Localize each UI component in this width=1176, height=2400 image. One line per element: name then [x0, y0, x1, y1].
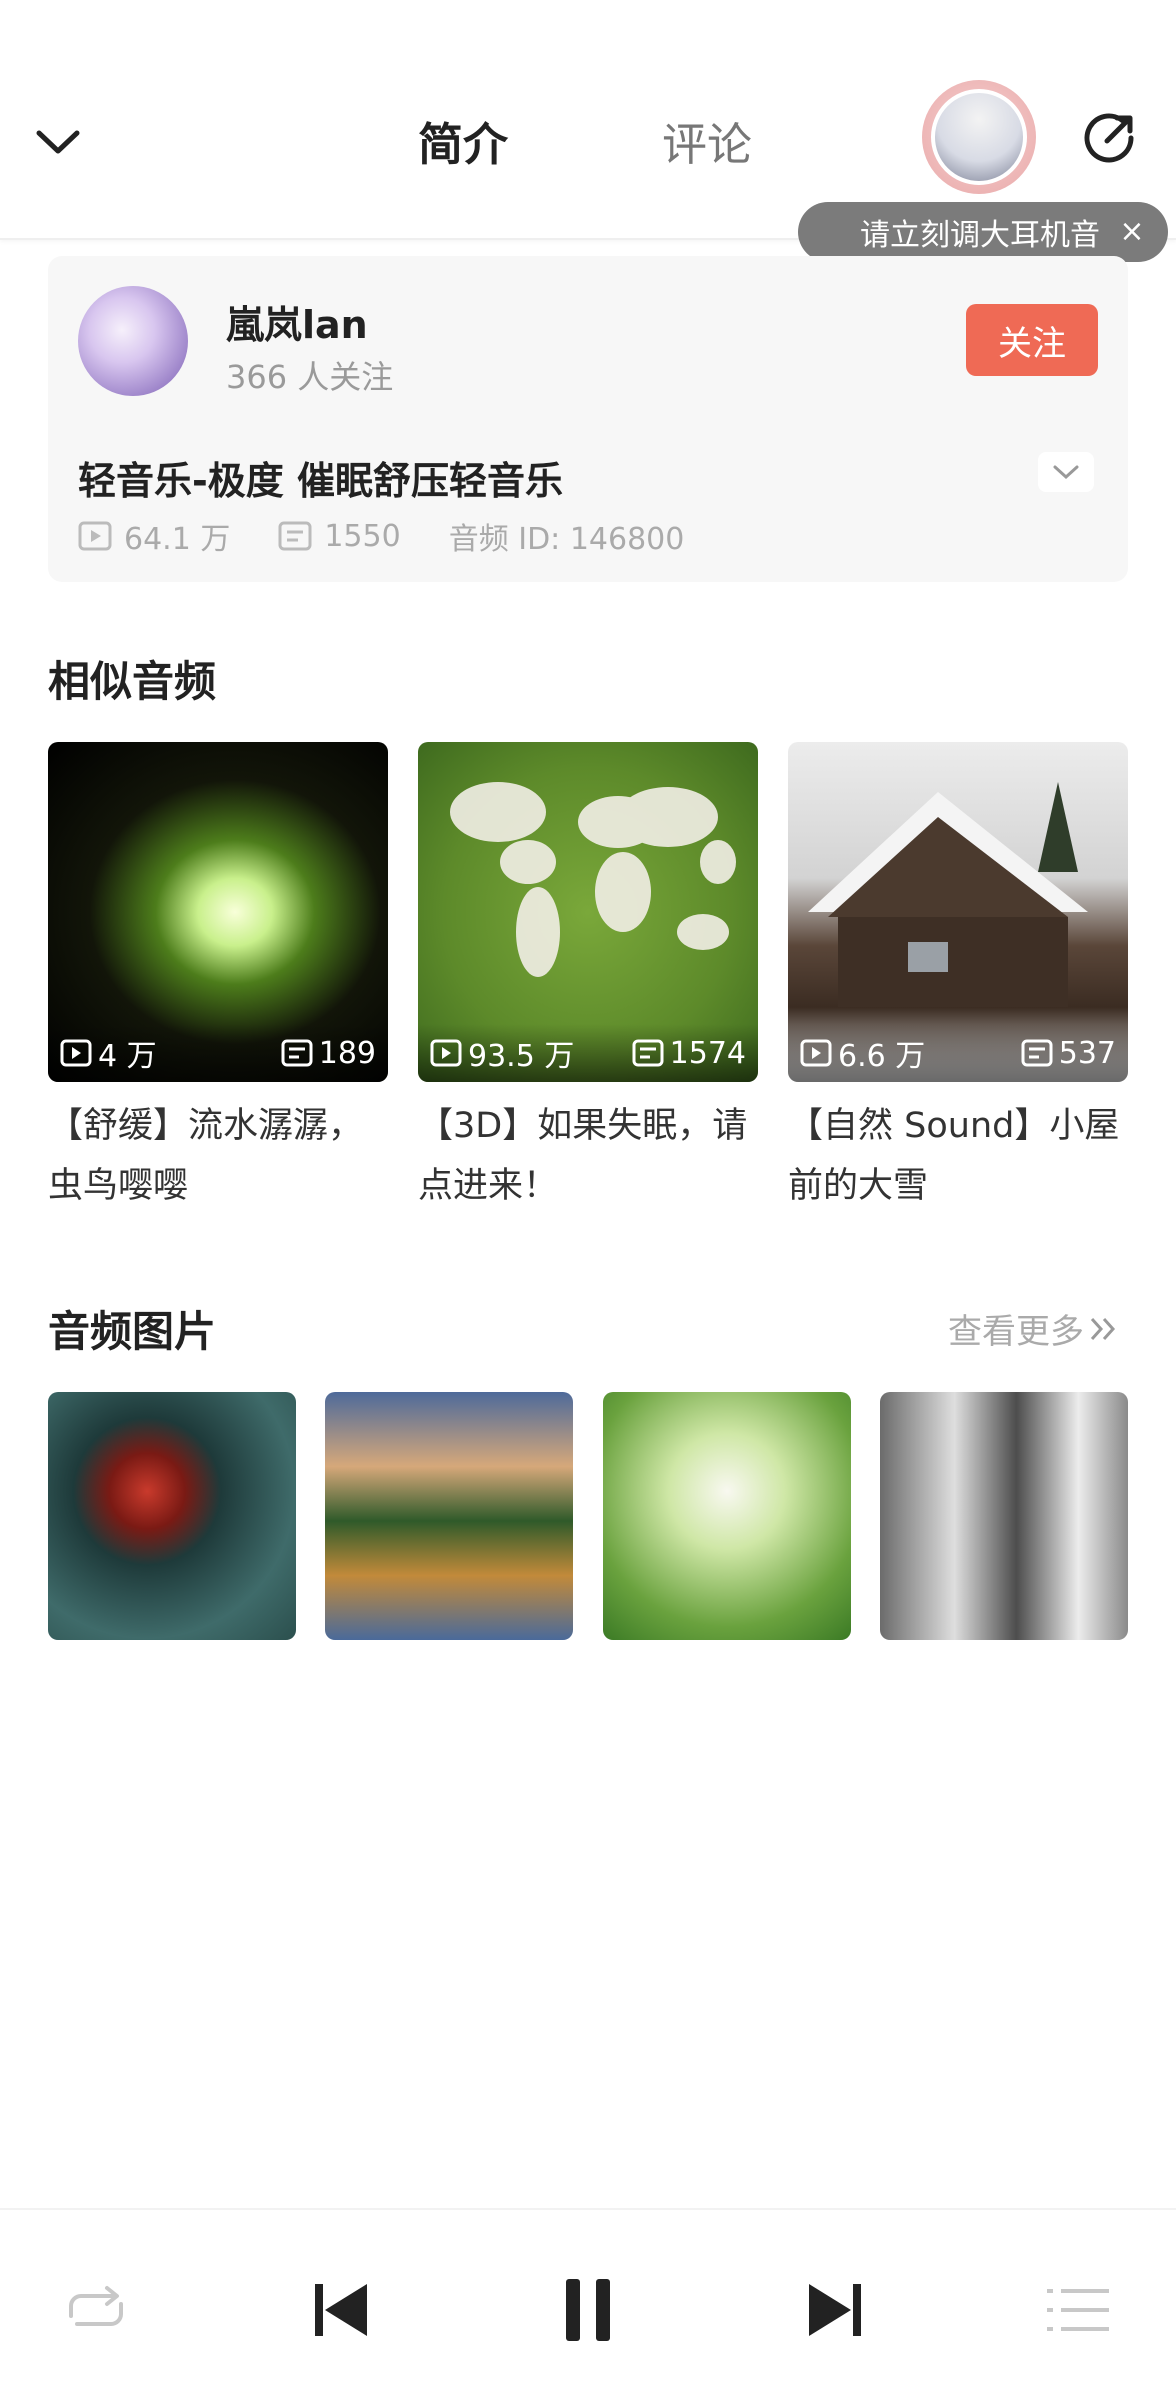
audio-info-card: 嵐岚lan 366 人关注 关注 轻音乐-极度 催眠舒压轻音乐 64.1 万 1…	[48, 256, 1128, 582]
similar-comments: 537	[1058, 1035, 1116, 1071]
tooltip-text: 请立刻调大耳机音	[860, 218, 1100, 253]
similar-meta: 4 万 189	[48, 1024, 388, 1082]
repeat-icon[interactable]	[56, 2270, 136, 2350]
play-count: 64.1 万	[78, 514, 230, 558]
play-count-value: 64.1 万	[124, 522, 231, 557]
chevron-down-icon	[1053, 465, 1079, 480]
similar-thumbnail[interactable]: 6.6 万 537	[788, 742, 1128, 1082]
similar-title[interactable]: 【3D】如果失眠，请点进来！	[418, 1096, 758, 1216]
view-more-label: 查看更多	[948, 1312, 1084, 1352]
similar-comments: 189	[318, 1035, 376, 1071]
comment-icon	[281, 1039, 313, 1067]
section-title-similar: 相似音频	[48, 657, 217, 706]
comment-count-value: 1550	[324, 518, 401, 554]
play-icon	[430, 1039, 462, 1067]
close-icon[interactable]: ×	[1116, 216, 1148, 248]
previous-icon[interactable]	[300, 2270, 380, 2350]
similar-meta: 6.6 万 537	[788, 1024, 1128, 1082]
double-chevron-right-icon	[1090, 1317, 1116, 1340]
tab-intro[interactable]: 简介	[408, 108, 519, 181]
similar-item[interactable]: 6.6 万 537 【自然 Sound】小屋前的大雪	[788, 742, 1128, 1216]
section-title-gallery: 音频图片	[48, 1307, 217, 1356]
tab-comments[interactable]: 评论	[662, 108, 752, 173]
comment-icon	[632, 1039, 664, 1067]
similar-thumbnail[interactable]: 93.5 万 1574	[418, 742, 758, 1082]
audio-stats: 64.1 万 1550 音频 ID: 146800	[78, 514, 732, 558]
similar-comments: 1574	[669, 1035, 746, 1071]
comment-count: 1550	[278, 518, 401, 554]
similar-item[interactable]: 93.5 万 1574 【3D】如果失眠，请点进来！	[418, 742, 758, 1216]
author-avatar[interactable]	[78, 286, 188, 396]
player-controls	[0, 2208, 1176, 2400]
follow-button[interactable]: 关注	[966, 304, 1098, 376]
audio-id-text: 音频 ID: 146800	[448, 522, 685, 557]
gallery-image-mountain[interactable]	[325, 1392, 573, 1640]
volume-tooltip: 请立刻调大耳机音 ×	[798, 202, 1168, 262]
pause-icon[interactable]	[548, 2270, 628, 2350]
similar-meta: 93.5 万 1574	[418, 1024, 758, 1082]
user-avatar[interactable]	[922, 80, 1036, 194]
comment-icon	[278, 521, 312, 551]
audio-title: 轻音乐-极度 催眠舒压轻音乐	[78, 459, 564, 503]
similar-title[interactable]: 【自然 Sound】小屋前的大雪	[788, 1096, 1128, 1216]
similar-plays: 93.5 万	[468, 1039, 575, 1074]
author-name[interactable]: 嵐岚lan	[226, 294, 368, 349]
audio-id: 音频 ID: 146800	[449, 514, 685, 558]
play-icon	[78, 521, 112, 551]
gallery-image-flowers[interactable]	[603, 1392, 851, 1640]
similar-plays: 4 万	[98, 1039, 157, 1074]
comment-icon	[1021, 1039, 1053, 1067]
similar-thumbnail[interactable]: 4 万 189	[48, 742, 388, 1082]
audio-detail-page: 简介 评论 请立刻调大耳机音 × 嵐岚lan 366 人关注 关注 轻音乐-极度…	[0, 0, 1176, 2400]
view-more-link[interactable]: 查看更多	[948, 1304, 1118, 1353]
author-followers: 366 人关注	[226, 358, 394, 396]
share-icon[interactable]	[1080, 108, 1140, 168]
similar-title[interactable]: 【舒缓】流水潺潺，虫鸟嘤嘤	[48, 1096, 388, 1216]
similar-item[interactable]: 4 万 189 【舒缓】流水潺潺，虫鸟嘤嘤	[48, 742, 388, 1216]
play-icon	[60, 1039, 92, 1067]
chevron-down-icon[interactable]	[26, 110, 90, 174]
play-icon	[800, 1039, 832, 1067]
tab-comments-label: 评论	[662, 118, 753, 171]
expand-button[interactable]	[1038, 452, 1094, 492]
gallery-image-snow-forest[interactable]	[880, 1392, 1128, 1640]
gallery-image-butterfly[interactable]	[48, 1392, 296, 1640]
tab-intro-label: 简介	[418, 118, 509, 171]
similar-plays: 6.6 万	[838, 1039, 926, 1074]
playlist-icon[interactable]	[1038, 2270, 1118, 2350]
next-icon[interactable]	[796, 2270, 876, 2350]
